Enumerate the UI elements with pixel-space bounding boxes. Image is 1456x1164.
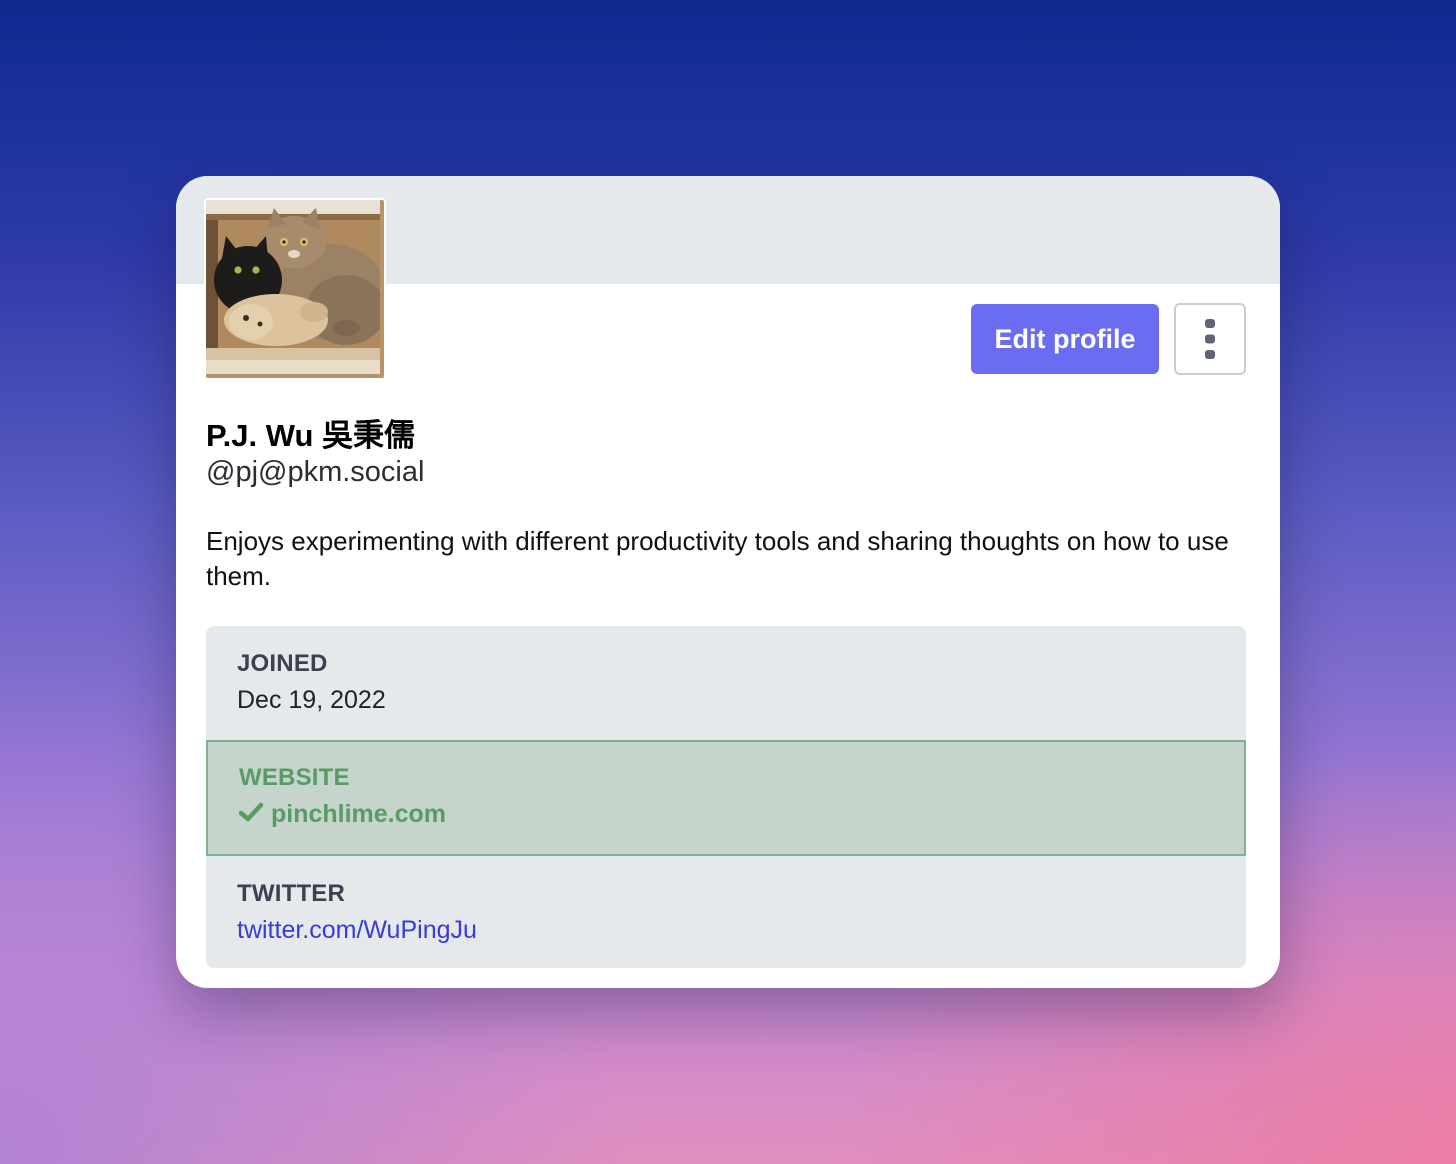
website-link[interactable]: pinchlime.com bbox=[271, 800, 446, 829]
field-website-label: WEBSITE bbox=[239, 764, 350, 791]
edit-profile-button[interactable]: Edit profile bbox=[971, 304, 1159, 374]
field-joined-label: JOINED bbox=[237, 650, 328, 677]
field-joined: JOINED Dec 19, 2022 bbox=[206, 626, 1246, 740]
field-twitter-label: TWITTER bbox=[237, 880, 346, 907]
field-joined-value: Dec 19, 2022 bbox=[237, 686, 386, 714]
avatar[interactable] bbox=[204, 198, 386, 380]
avatar-image bbox=[206, 200, 380, 374]
twitter-link[interactable]: twitter.com/WuPingJu bbox=[237, 916, 477, 945]
more-options-button[interactable] bbox=[1174, 303, 1246, 375]
vertical-ellipsis-icon bbox=[1205, 319, 1215, 359]
profile-fields: JOINED Dec 19, 2022 WEBSITE pinchlime.co… bbox=[206, 626, 1246, 968]
field-website-value-row: pinchlime.com bbox=[238, 800, 446, 829]
account-handle: @pj@pkm.social bbox=[206, 456, 425, 488]
profile-card: Edit profile P.J. Wu 吳秉儒 @pj@pkm.social … bbox=[176, 176, 1280, 988]
profile-bio: Enjoys experimenting with different prod… bbox=[206, 526, 1229, 591]
check-icon bbox=[238, 800, 264, 829]
field-twitter: TWITTER twitter.com/WuPingJu bbox=[206, 856, 1246, 968]
field-website: WEBSITE pinchlime.com bbox=[206, 740, 1246, 856]
display-name: P.J. Wu 吳秉儒 bbox=[206, 418, 416, 453]
